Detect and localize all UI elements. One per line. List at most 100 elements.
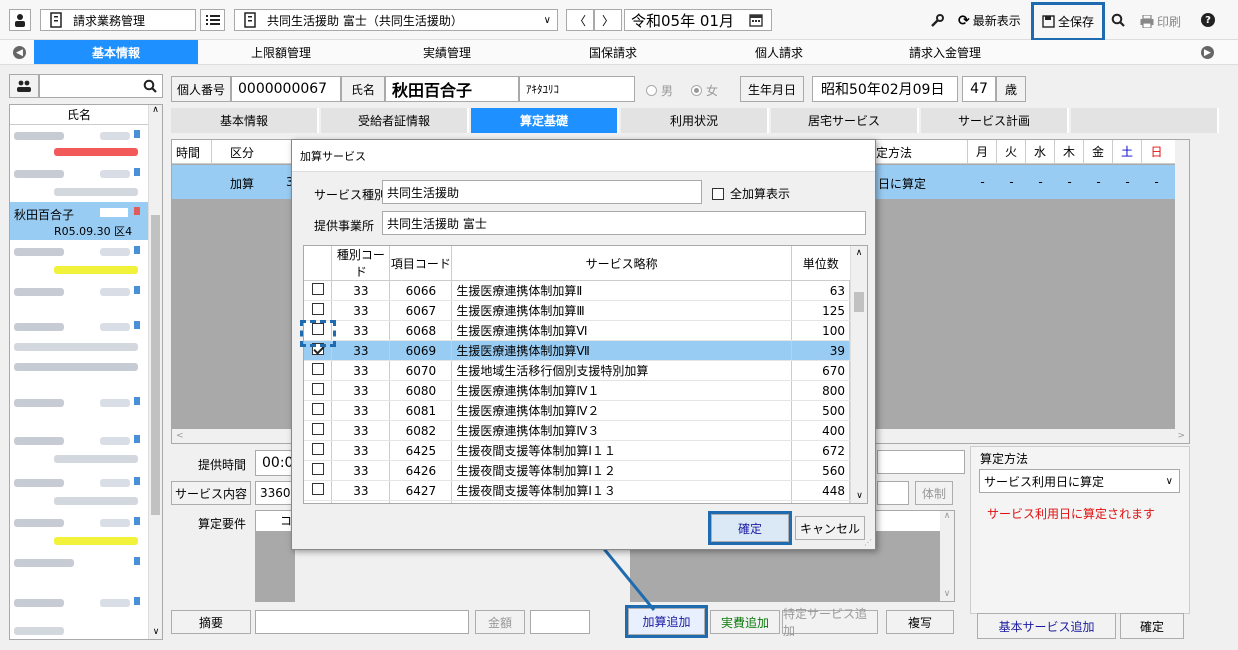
list-item[interactable]: [10, 551, 148, 591]
kasan-table-scrollbar[interactable]: ∧ ∨: [850, 246, 867, 503]
sub-tab-usage[interactable]: 利用状況: [621, 108, 769, 133]
group-button[interactable]: [9, 74, 39, 98]
sub-tab-home-service[interactable]: 居宅サービス: [771, 108, 919, 133]
list-scrollbar[interactable]: ∧ ∨: [148, 105, 162, 639]
row-checkbox[interactable]: [311, 483, 324, 495]
kingaku-button[interactable]: 金額: [475, 610, 525, 634]
kasan-row[interactable]: 33 6427 生援夜間支援等体制加算Ⅰ１３ 448: [304, 480, 850, 501]
scroll-up-icon[interactable]: ∧: [149, 105, 162, 115]
row-checkbox[interactable]: [311, 383, 324, 395]
dialog-ok-button[interactable]: 確定: [708, 511, 792, 545]
user-button[interactable]: [9, 9, 31, 31]
help-button[interactable]: ?: [1201, 13, 1215, 27]
kasan-table[interactable]: 種別コード 項目コード サービス略称 単位数 33 6066 生援医療連携体制加算Ⅱ…: [303, 245, 868, 504]
row-checkbox[interactable]: [311, 363, 324, 375]
list-item[interactable]: [10, 429, 148, 471]
tabs-left-button[interactable]: ◀: [13, 46, 26, 59]
lower-right-scrollbar[interactable]: ∧ ∨: [940, 511, 954, 601]
confirm-button[interactable]: 確定: [1120, 613, 1184, 639]
row-checkbox[interactable]: [311, 403, 324, 415]
tekiyo-input[interactable]: [255, 610, 469, 634]
resize-grip-icon[interactable]: ⋰: [864, 538, 872, 547]
kasan-row[interactable]: 336428生援夜間支援等体制加算Ⅰ２１448: [304, 500, 850, 504]
list-item-selected[interactable]: 秋田百合子 R05.09.30 区4: [10, 202, 148, 240]
list-item[interactable]: [10, 240, 148, 280]
main-tab-payment[interactable]: 請求入金管理: [862, 40, 1028, 64]
sidebar-search-button[interactable]: [143, 79, 157, 96]
list-item[interactable]: [10, 511, 148, 551]
scroll-up-icon[interactable]: ∧: [851, 246, 867, 258]
row-checkbox[interactable]: [311, 283, 324, 295]
sub-tab-basic[interactable]: 基本情報: [171, 108, 319, 133]
main-tab-records[interactable]: 実績管理: [364, 40, 530, 64]
grid-vscrollbar[interactable]: [1175, 140, 1189, 429]
tokutei-add-button[interactable]: 特定サービス追加: [782, 607, 878, 638]
gender-radio-female[interactable]: 女: [691, 82, 718, 99]
scroll-down-icon[interactable]: ∨: [149, 627, 162, 637]
settings-button[interactable]: [930, 14, 944, 31]
kasan-row[interactable]: 33 6081 生援医療連携体制加算Ⅳ２ 500: [304, 400, 850, 421]
main-tab-basic[interactable]: 基本情報: [34, 40, 198, 64]
service-code-field[interactable]: 3360: [255, 481, 295, 505]
kasan-row[interactable]: 33 6066 生援医療連携体制加算Ⅱ 63: [304, 280, 850, 301]
person-list[interactable]: 氏名 ∧ ∨ 秋田百合子 R05.09.30 区4: [9, 104, 163, 640]
service-type-field[interactable]: 共同生活援助: [382, 180, 702, 204]
next-month-button[interactable]: 〉: [594, 9, 622, 31]
row-checkbox[interactable]: [311, 423, 324, 435]
refresh-button[interactable]: ⟳ 最新表示: [958, 12, 1021, 29]
list-item[interactable]: [10, 126, 148, 162]
basic-service-add-button[interactable]: 基本サービス追加: [977, 613, 1116, 639]
list-item[interactable]: [10, 591, 148, 639]
row-checkbox[interactable]: [311, 303, 324, 315]
kasan-row[interactable]: 33 6425 生援夜間支援等体制加算Ⅰ１１ 672: [304, 440, 850, 461]
tabs-right-button[interactable]: ▶: [1201, 46, 1214, 59]
provider-field[interactable]: 共同生活援助 富士: [382, 211, 866, 235]
menu-list-button[interactable]: [200, 9, 225, 31]
gender-radio-male[interactable]: 男: [646, 82, 673, 99]
list-item[interactable]: [10, 162, 148, 202]
kasan-row[interactable]: 33 6426 生援夜間支援等体制加算Ⅰ１２ 560: [304, 460, 850, 481]
scroll-thumb[interactable]: [151, 215, 160, 515]
jippi-add-button[interactable]: 実費追加: [710, 610, 780, 634]
list-item[interactable]: [10, 389, 148, 429]
row-checkbox[interactable]: [311, 463, 324, 475]
calendar-icon[interactable]: [749, 13, 763, 27]
taisei-button[interactable]: 体制: [915, 481, 953, 505]
row-checkbox[interactable]: [311, 443, 324, 455]
kasan-row[interactable]: 33 6067 生援医療連携体制加算Ⅲ 125: [304, 300, 850, 321]
sub-tab-plan[interactable]: サービス計画: [921, 108, 1069, 133]
kasan-row[interactable]: 33 6070 生援地域生活移行個別支援特別加算 670: [304, 360, 850, 381]
all-kasan-checkbox[interactable]: 全加算表示: [712, 185, 790, 202]
right-input-1[interactable]: [877, 450, 965, 474]
service-select[interactable]: 共同生活援助 富士（共同生活援助） ∨: [234, 9, 558, 31]
right-input-2[interactable]: [877, 481, 909, 505]
main-tab-limit[interactable]: 上限額管理: [198, 40, 364, 64]
kasan-row[interactable]: 33 6068 生援医療連携体制加算Ⅵ 100: [304, 320, 850, 341]
copy-button[interactable]: 複写: [886, 610, 954, 634]
prev-month-button[interactable]: 〈: [566, 9, 594, 31]
main-tab-personal[interactable]: 個人請求: [696, 40, 862, 64]
tekiyo-button[interactable]: 摘要: [171, 610, 251, 634]
list-item[interactable]: [10, 355, 148, 389]
scroll-down-icon[interactable]: ∨: [851, 491, 867, 501]
row-checkbox[interactable]: [312, 503, 324, 504]
kasan-row[interactable]: 33 6080 生援医療連携体制加算Ⅳ１ 800: [304, 380, 850, 401]
method-select[interactable]: サービス利用日に算定 ∨: [979, 469, 1180, 493]
dialog-cancel-button[interactable]: キャンセル: [795, 516, 865, 540]
main-tab-kokuho[interactable]: 国保請求: [530, 40, 696, 64]
scroll-right-icon[interactable]: >: [1177, 431, 1185, 441]
kasan-row[interactable]: 33 6082 生援医療連携体制加算Ⅳ３ 400: [304, 420, 850, 441]
sub-tab-santei[interactable]: 算定基礎: [471, 108, 619, 133]
sub-tab-certificate[interactable]: 受給者証情報: [321, 108, 469, 133]
print-button[interactable]: 印刷: [1140, 13, 1181, 30]
list-item[interactable]: [10, 280, 148, 315]
service-content-button[interactable]: サービス内容: [171, 481, 251, 505]
teikyo-input[interactable]: 00:0: [255, 450, 295, 476]
santei-grid[interactable]: コ: [255, 510, 295, 602]
list-item[interactable]: [10, 471, 148, 511]
list-item[interactable]: [10, 315, 148, 355]
kasan-row-selected[interactable]: 33 6069 生援医療連携体制加算Ⅶ 39: [304, 340, 850, 361]
app-selector[interactable]: 請求業務管理: [40, 9, 196, 31]
search-button[interactable]: [1111, 13, 1125, 30]
save-all-button[interactable]: 全保存: [1031, 2, 1105, 41]
